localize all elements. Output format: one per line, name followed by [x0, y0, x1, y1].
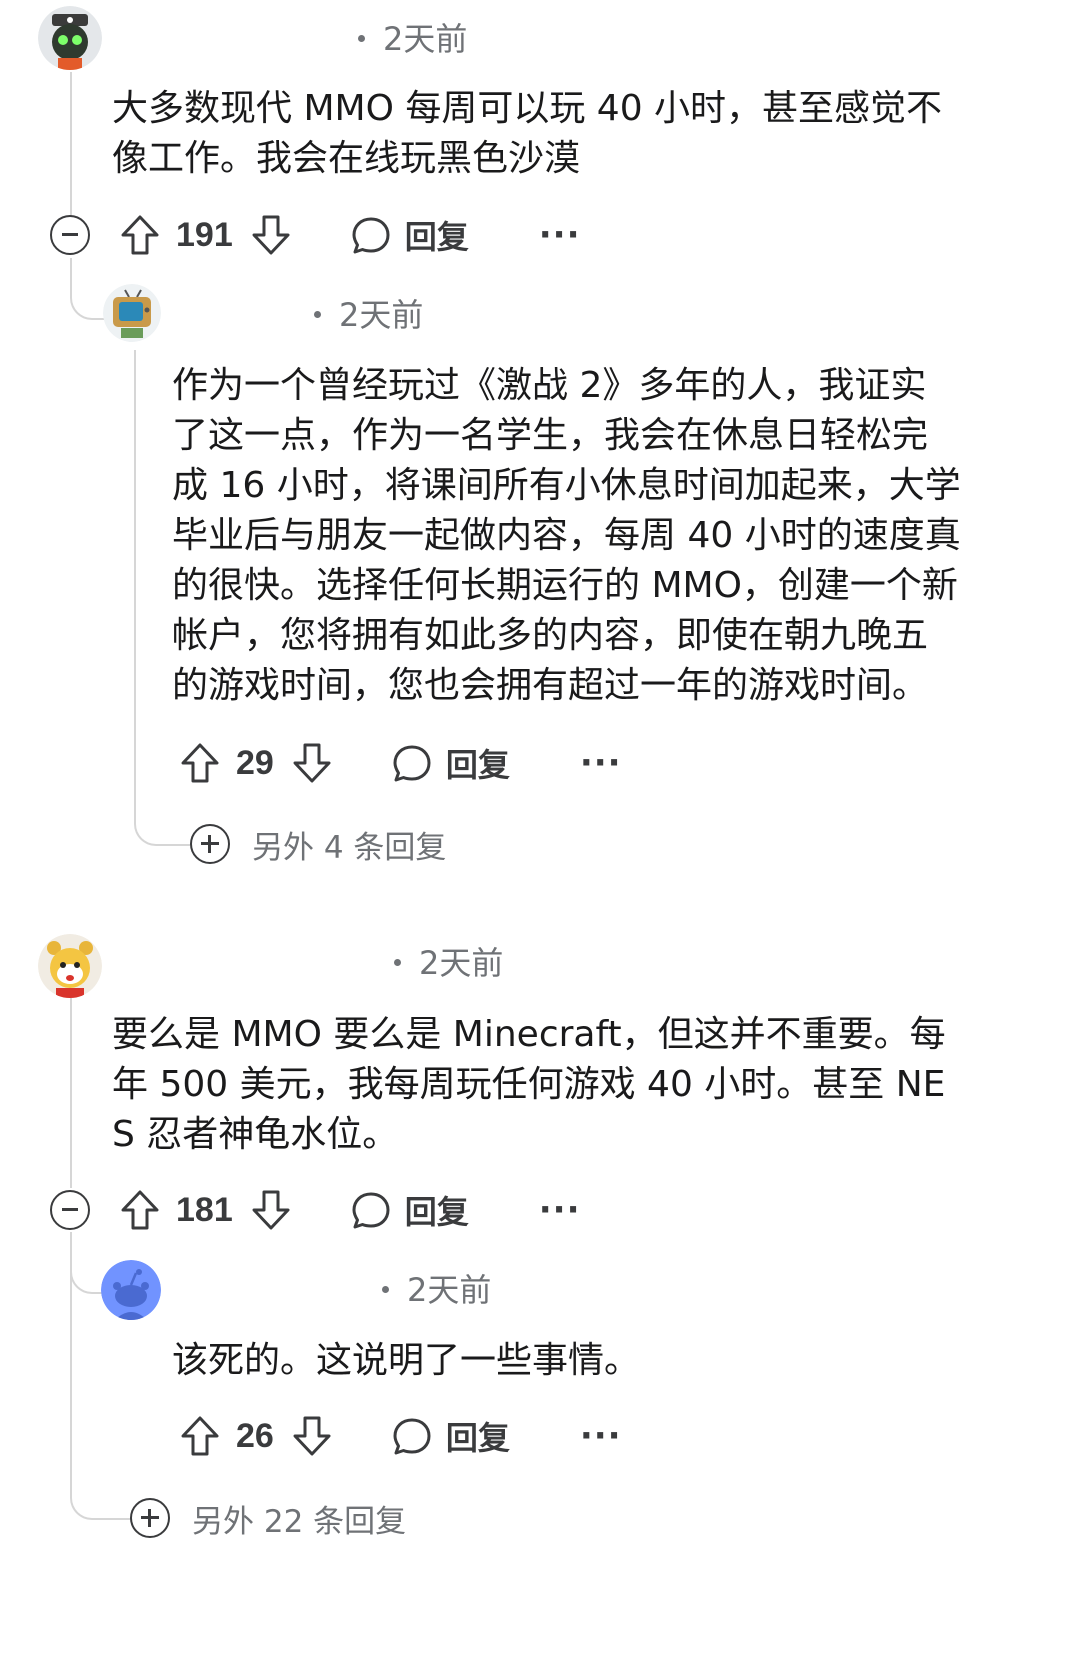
downvote-icon[interactable]: [292, 742, 332, 784]
reply-bubble-icon[interactable]: [351, 1190, 391, 1230]
more-replies-label: 另外 4 条回复: [252, 829, 447, 866]
thread-line: [134, 350, 136, 820]
comment-actions: 191 回复 ···: [120, 210, 581, 260]
comment-meta: 2天前: [358, 19, 467, 59]
downvote-icon[interactable]: [251, 1189, 291, 1231]
downvote-icon[interactable]: [292, 1415, 332, 1457]
vote-count: 191: [176, 215, 233, 254]
expand-plus-icon: [190, 824, 230, 864]
reply-bubble-icon[interactable]: [351, 215, 391, 255]
more-options-button[interactable]: ···: [539, 1190, 581, 1230]
more-replies-link[interactable]: 另外 4 条回复: [190, 822, 446, 866]
comment-meta: 2天前: [394, 943, 503, 983]
separator-dot: [314, 310, 321, 318]
vote-count: 181: [176, 1190, 233, 1229]
reply-button[interactable]: 回复: [446, 740, 510, 786]
comment-actions: 29 回复 ···: [180, 738, 622, 788]
comment-meta: 2天前: [314, 295, 423, 335]
downvote-icon[interactable]: [251, 214, 291, 256]
tiger-avatar-icon: [38, 934, 102, 998]
vote-count: 26: [236, 1416, 274, 1455]
reply-button[interactable]: 回复: [446, 1413, 510, 1459]
reply-button[interactable]: 回复: [405, 212, 469, 258]
collapse-thread-button[interactable]: [50, 215, 90, 255]
comment-time: 2天前: [383, 20, 468, 58]
comment-time: 2天前: [339, 296, 424, 334]
avatar[interactable]: [101, 1260, 161, 1320]
separator-dot: [394, 958, 401, 966]
avatar[interactable]: [38, 6, 102, 70]
reply-button[interactable]: 回复: [405, 1187, 469, 1233]
comment-actions: 181 回复 ···: [120, 1185, 581, 1235]
separator-dot: [382, 1285, 389, 1293]
avatar[interactable]: [103, 284, 161, 342]
upvote-icon[interactable]: [120, 214, 160, 256]
thread-line: [70, 998, 72, 1188]
thread-branch: [134, 790, 190, 846]
thread-branch: [70, 1470, 132, 1520]
upvote-icon[interactable]: [120, 1189, 160, 1231]
avatar[interactable]: [38, 934, 102, 998]
comment-time: 2天前: [407, 1271, 492, 1309]
thread-line: [70, 72, 72, 222]
reply-body: 作为一个曾经玩过《激战 2》多年的人，我证实了这一点，作为一名学生，我会在休息日…: [172, 365, 961, 706]
reply-bubble-icon[interactable]: [392, 743, 432, 783]
separator-dot: [358, 34, 365, 42]
more-replies-link[interactable]: 另外 22 条回复: [130, 1496, 406, 1540]
expand-plus-icon: [130, 1498, 170, 1538]
collapse-thread-button[interactable]: [50, 1190, 90, 1230]
reply-bubble-icon[interactable]: [392, 1416, 432, 1456]
comment-meta: 2天前: [382, 1270, 491, 1310]
robot-avatar-icon: [38, 6, 102, 70]
more-options-button[interactable]: ···: [580, 743, 622, 783]
more-options-button[interactable]: ···: [539, 215, 581, 255]
upvote-icon[interactable]: [180, 742, 220, 784]
more-replies-label: 另外 22 条回复: [192, 1503, 407, 1540]
comment-body: 要么是 MMO 要么是 Minecraft，但这并不重要。每年 500 美元，我…: [112, 1014, 946, 1155]
comment-time: 2天前: [419, 944, 504, 982]
vote-count: 29: [236, 743, 274, 782]
default-snoo-avatar-icon: [101, 1260, 161, 1320]
tv-robot-avatar-icon: [103, 284, 161, 342]
more-options-button[interactable]: ···: [580, 1416, 622, 1456]
reply-body: 该死的。这说明了一些事情。: [172, 1340, 641, 1381]
upvote-icon[interactable]: [180, 1415, 220, 1457]
comment-actions: 26 回复 ···: [180, 1411, 622, 1461]
comment-body: 大多数现代 MMO 每周可以玩 40 小时，甚至感觉不像工作。我会在线玩黑色沙漠: [112, 88, 943, 179]
